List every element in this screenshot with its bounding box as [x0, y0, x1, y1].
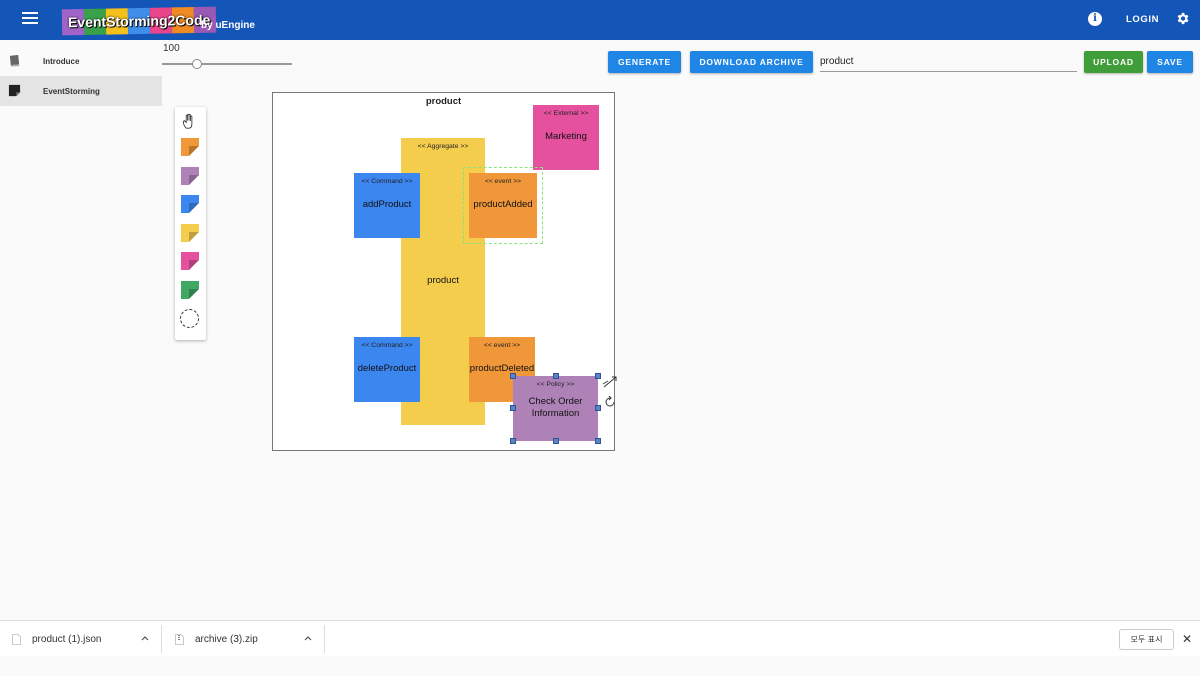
bounded-context-icon[interactable] [180, 309, 200, 328]
resize-handle[interactable] [510, 438, 516, 444]
app-logo[interactable]: EventStorming2Code [61, 6, 217, 36]
zoom-value: 100 [163, 43, 180, 54]
sticker-stereotype: << Aggregate >> [417, 143, 469, 150]
resize-handle[interactable] [595, 405, 601, 411]
sticker-name: addProduct [362, 199, 412, 210]
zoom-slider[interactable] [162, 58, 292, 70]
download-item[interactable]: archive (3).zip [175, 621, 315, 657]
sticker-name-line1: Check Order [528, 396, 583, 407]
sticker-stereotype: << Policy >> [536, 381, 575, 388]
command-sticker[interactable]: << Command >> deleteProduct [354, 337, 420, 402]
sticker-stereotype: << event >> [483, 342, 521, 349]
sidebar-item-introduce[interactable]: Introduce [0, 46, 162, 76]
slider-thumb[interactable] [192, 59, 202, 69]
command-sticker-icon[interactable] [180, 195, 200, 214]
slider-track [162, 63, 292, 65]
aggregate-sticker-icon[interactable] [180, 224, 200, 243]
sidebar: Introduce EventStorming [0, 46, 162, 106]
sticker-stereotype: << External >> [543, 110, 589, 117]
command-sticker[interactable]: << Command >> addProduct [354, 173, 420, 238]
view-sticker-icon[interactable] [180, 281, 200, 300]
app-bar: EventStorming2Code by uEngine i LOGIN [0, 0, 1200, 40]
sticker-name: Marketing [545, 131, 587, 142]
hamburger-menu-icon[interactable] [22, 12, 38, 26]
external-sticker-icon[interactable] [180, 252, 200, 271]
download-bar: product (1).json archive (3).zip 모두 표시 [0, 620, 1200, 656]
sidebar-item-label: EventStorming [43, 86, 100, 96]
download-archive-button[interactable]: DOWNLOAD ARCHIVE [690, 51, 813, 73]
download-filename: product (1).json [32, 633, 102, 645]
download-filename: archive (3).zip [195, 633, 258, 645]
sticker-name-line2: Information [531, 408, 580, 419]
login-button[interactable]: LOGIN [1126, 14, 1159, 25]
download-item[interactable]: product (1).json [12, 621, 160, 657]
sticker-name: productAdded [473, 199, 533, 210]
event-sticker-icon[interactable] [180, 138, 200, 157]
resize-handle[interactable] [510, 405, 516, 411]
rotate-icon[interactable] [604, 396, 616, 408]
resize-handle[interactable] [553, 373, 559, 379]
resize-handle[interactable] [510, 373, 516, 379]
save-button[interactable]: SAVE [1147, 51, 1193, 73]
upload-button[interactable]: UPLOAD [1084, 51, 1143, 73]
info-icon[interactable]: i [1088, 12, 1102, 26]
resize-handle[interactable] [595, 373, 601, 379]
chevron-up-icon[interactable] [304, 634, 312, 642]
file-icon [12, 633, 21, 645]
sticker-stereotype: << event >> [484, 178, 522, 185]
gear-icon[interactable] [1175, 11, 1190, 26]
sticker-name: product [427, 275, 459, 286]
show-all-button[interactable]: 모두 표시 [1119, 629, 1174, 650]
chevron-up-icon[interactable] [141, 634, 149, 642]
policy-sticker-icon[interactable] [180, 167, 200, 186]
generate-button[interactable]: GENERATE [608, 51, 681, 73]
byline: by uEngine [201, 20, 255, 31]
divider [324, 625, 325, 653]
zip-file-icon [175, 633, 184, 645]
external-sticker[interactable]: << External >> Marketing [533, 105, 599, 170]
close-icon[interactable]: ✕ [1182, 632, 1192, 646]
resize-handle[interactable] [595, 438, 601, 444]
divider [161, 625, 162, 653]
sidebar-item-label: Introduce [43, 56, 80, 66]
sticker-palette [175, 107, 206, 340]
event-sticker[interactable]: << event >> productAdded [469, 173, 537, 238]
sticky-note-icon [8, 84, 21, 97]
book-icon [9, 54, 20, 67]
hand-icon[interactable] [180, 112, 200, 131]
sticker-stereotype: << Command >> [361, 178, 413, 185]
sticker-stereotype: << Command >> [361, 342, 413, 349]
logo-text: EventStorming2Code [67, 11, 211, 31]
resize-handle[interactable] [553, 438, 559, 444]
bounded-context-canvas[interactable]: product << Aggregate >> product << Exter… [272, 92, 618, 451]
policy-sticker[interactable]: << Policy >> Check Order Information [513, 376, 598, 441]
project-name-input[interactable] [820, 52, 1077, 72]
connector-icon[interactable] [602, 375, 618, 389]
sticker-name: productDeleted [469, 363, 535, 374]
sticker-name: deleteProduct [357, 363, 417, 374]
sidebar-item-eventstorming[interactable]: EventStorming [0, 76, 162, 106]
